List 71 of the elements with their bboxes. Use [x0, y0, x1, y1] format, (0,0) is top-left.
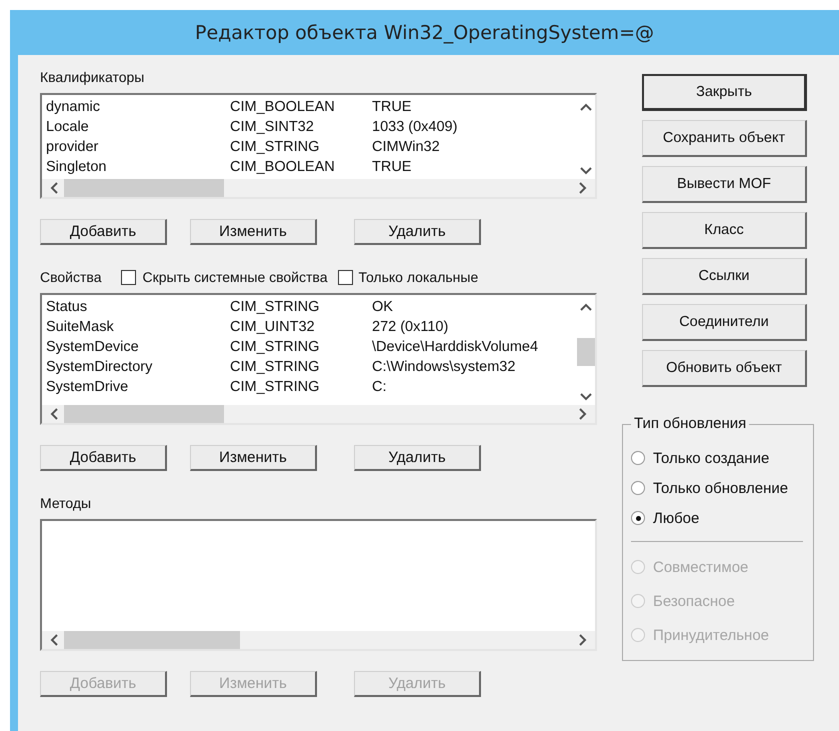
table-cell-text: CIM_STRING	[230, 339, 320, 355]
section-label: Квалификаторы	[40, 69, 144, 85]
scroll-thumb[interactable]	[64, 631, 240, 649]
list-box[interactable]: dynamic CIM_BOOLEAN TRUE Locale CIM_SINT32 1033 (0x409) provider CIM_STRING CIMWin32 Singleton CIM_BOOLEAN TRUE	[40, 93, 597, 199]
table-cell-text: provider	[45, 139, 100, 155]
action-button[interactable]: Добавить	[40, 219, 167, 245]
table-cell: C:\Windows\system32	[372, 359, 516, 375]
table-cell-text: CIM_SINT32	[230, 119, 315, 135]
table-cell: CIMWin32	[372, 139, 440, 155]
scroll-right-icon[interactable]	[579, 634, 587, 646]
table-cell: TRUE	[372, 99, 412, 115]
action-button[interactable]: Удалить	[354, 445, 481, 471]
radio-option[interactable]: Только создание	[631, 443, 813, 473]
action-button[interactable]: Вывести MOF	[642, 166, 807, 203]
table-cell-text: CIM_BOOLEAN	[230, 99, 336, 115]
table-cell-text: CIM_BOOLEAN	[230, 159, 336, 175]
table-cell-text: Locale	[45, 119, 90, 135]
radio-option[interactable]: Любое	[631, 503, 813, 533]
action-button[interactable]: Добавить	[40, 445, 167, 471]
scroll-thumb[interactable]	[64, 179, 224, 197]
table-cell-text: SystemDirectory	[45, 359, 154, 375]
radio-button[interactable]	[631, 481, 645, 495]
horizontal-scrollbar[interactable]	[42, 405, 595, 423]
table-cell: \Device\HarddiskVolume4	[372, 339, 538, 355]
checkbox[interactable]: Скрыть системные свойства	[121, 269, 328, 285]
scroll-up-icon[interactable]	[580, 103, 592, 111]
radio-option[interactable]: Только обновление	[631, 473, 813, 503]
action-button[interactable]: Закрыть	[642, 74, 807, 111]
table-cell-text: SystemDevice	[45, 339, 140, 355]
section-label: Свойства	[40, 269, 102, 285]
table-cell-text: CIM_STRING	[230, 299, 320, 315]
action-button[interactable]: Класс	[642, 212, 807, 249]
table-cell: 1033 (0x409)	[372, 119, 458, 135]
table-cell-text: CIM_STRING	[230, 379, 320, 395]
radio-button[interactable]	[631, 451, 645, 465]
scroll-left-icon[interactable]	[50, 408, 58, 420]
action-button[interactable]: Удалить	[354, 219, 481, 245]
action-button[interactable]: Изменить	[190, 219, 317, 245]
scroll-right-icon[interactable]	[579, 182, 587, 194]
horizontal-scrollbar[interactable]	[42, 179, 595, 197]
window-title: Редактор объекта Win32_OperatingSystem=@	[194, 22, 654, 44]
table-cell-text: Singleton	[45, 159, 108, 175]
radio-button[interactable]	[631, 511, 645, 525]
list-box[interactable]: Status CIM_STRING OK SuiteMask CIM_UINT32 272 (0x110) SystemDevice CIM_STRING \Device\HarddiskVolume4 SystemDirectory CIM_STRING C:\Windows\system32 SystemDrive CIM_STRING C:	[40, 293, 597, 425]
scroll-left-icon[interactable]	[50, 634, 58, 646]
section-label: Методы	[40, 495, 92, 511]
action-button[interactable]: Соединители	[642, 304, 807, 341]
scroll-thumb[interactable]	[577, 338, 595, 366]
table-cell-text: CIM_UINT32	[230, 319, 316, 335]
action-button[interactable]: Сохранить объект	[642, 120, 807, 157]
action-button[interactable]: Изменить	[190, 445, 317, 471]
table-cell-text: dynamic	[45, 99, 101, 115]
table-cell-text: CIM_STRING	[230, 139, 320, 155]
table-cell-text: CIM_STRING	[230, 359, 320, 375]
table-cell-text: Status	[45, 299, 88, 315]
horizontal-scrollbar[interactable]	[42, 631, 595, 649]
scroll-up-icon[interactable]	[580, 303, 592, 311]
table-cell: C:	[372, 379, 386, 395]
table-cell: 272 (0x110)	[372, 319, 448, 335]
table-cell: OK	[372, 299, 393, 315]
checkbox[interactable]: Только локальные	[338, 269, 478, 285]
action-button[interactable]: Ссылки	[642, 258, 807, 295]
table-cell-text: SuiteMask	[45, 319, 115, 335]
action-button[interactable]: Обновить объект	[642, 350, 807, 387]
scroll-down-icon[interactable]	[580, 393, 592, 401]
table-cell: TRUE	[372, 159, 412, 175]
scroll-left-icon[interactable]	[50, 182, 58, 194]
scroll-right-icon[interactable]	[579, 408, 587, 420]
scroll-thumb[interactable]	[64, 405, 224, 423]
table-cell-text: SystemDrive	[45, 379, 130, 395]
scroll-down-icon[interactable]	[580, 167, 592, 175]
